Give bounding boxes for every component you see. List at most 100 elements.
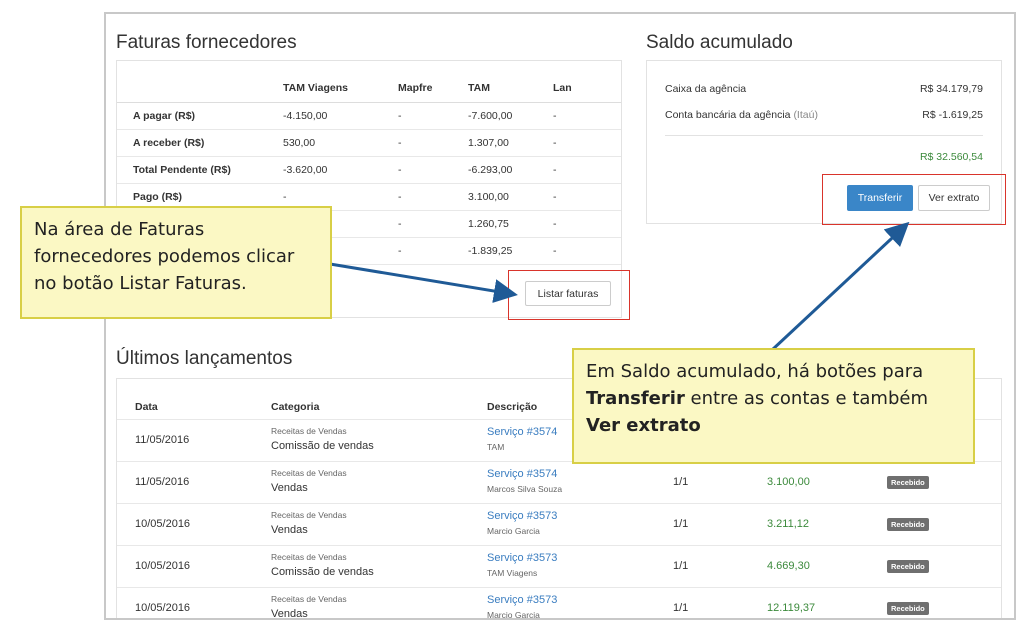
- row-category: Vendas: [271, 482, 308, 494]
- row-category-group: Receitas de Vendas: [271, 594, 347, 604]
- row-date: 10/05/2016: [135, 602, 191, 614]
- saldo-row-value: R$ -1.619,25: [922, 109, 983, 121]
- faturas-col-header: Lan: [553, 75, 621, 103]
- faturas-cell: -1.839,25: [468, 237, 553, 265]
- row-description-sub: TAM: [487, 442, 505, 452]
- faturas-cell: 1.307,00: [468, 129, 553, 157]
- status-badge: Recebido: [887, 560, 929, 573]
- faturas-row-label: Total Pendente (R$): [117, 156, 283, 184]
- faturas-header-row: TAM Viagens Mapfre TAM Lan: [117, 75, 621, 103]
- faturas-cell: -: [553, 156, 621, 184]
- callout-faturas-line: Na área de Faturas: [34, 219, 205, 240]
- saldo-buttons-highlight: [822, 174, 1006, 225]
- row-category: Vendas: [271, 608, 308, 620]
- row-parcela: 1/1: [673, 560, 689, 572]
- row-parcela: 1/1: [673, 518, 689, 530]
- saldo-title: Saldo acumulado: [646, 32, 793, 53]
- row-description-link[interactable]: Serviço #3573: [487, 510, 557, 522]
- row-category: Comissão de vendas: [271, 566, 374, 578]
- row-category-group: Receitas de Vendas: [271, 468, 347, 478]
- row-date: 11/05/2016: [135, 434, 190, 446]
- lancamentos-col-header: Data: [135, 401, 158, 413]
- row-parcela: 1/1: [673, 602, 689, 614]
- faturas-cell: -: [553, 237, 621, 265]
- saldo-row-value: R$ 34.179,79: [919, 83, 983, 95]
- row-description-sub: Marcio Garcia: [487, 610, 540, 620]
- row-date: 10/05/2016: [135, 560, 191, 572]
- row-description-sub: Marcio Garcia: [487, 526, 540, 536]
- faturas-cell: 3.100,00: [468, 183, 553, 211]
- saldo-row-label: Caixa da agência: [665, 83, 747, 95]
- row-description-link[interactable]: Serviço #3574: [487, 468, 557, 480]
- faturas-cell: -7.600,00: [468, 102, 553, 130]
- row-category: Vendas: [271, 524, 308, 536]
- row-category-group: Receitas de Vendas: [271, 510, 347, 520]
- faturas-cell: -3.620,00: [283, 156, 398, 184]
- table-row: 10/05/2016 Receitas de Vendas Vendas Serviç…: [117, 587, 1001, 620]
- row-description-sub: TAM Viagens: [487, 568, 538, 578]
- faturas-cell: -: [553, 210, 621, 238]
- faturas-cell: -6.293,00: [468, 156, 553, 184]
- lancamentos-col-header: Descrição: [487, 401, 538, 413]
- faturas-cell: -: [553, 102, 621, 130]
- table-row: 11/05/2016 Receitas de Vendas Vendas Serviç…: [117, 461, 1001, 503]
- lancamentos-title: Últimos lançamentos: [116, 348, 293, 369]
- saldo-total: R$ 32.560,54: [919, 151, 983, 163]
- faturas-row: Total Pendente (R$) -3.620,00- -6.293,00-: [117, 156, 621, 184]
- faturas-cell: -: [553, 129, 621, 157]
- faturas-col-header: TAM Viagens: [283, 75, 398, 103]
- row-parcela: 1/1: [673, 476, 689, 488]
- row-valor: 12.119,37: [767, 602, 816, 614]
- faturas-col-header: TAM: [468, 75, 553, 103]
- faturas-cell: -: [398, 156, 468, 184]
- row-valor: 3.100,00: [767, 476, 810, 488]
- callout-faturas-line: no botão Listar Faturas.: [34, 273, 247, 294]
- row-category-group: Receitas de Vendas: [271, 552, 347, 562]
- faturas-cell: -: [398, 183, 468, 211]
- saldo-row-label-extra: (Itaú): [793, 109, 818, 121]
- callout-faturas-line: fornecedores podemos clicar: [34, 246, 295, 267]
- table-row: 10/05/2016 Receitas de Vendas Comissão de …: [117, 545, 1001, 587]
- row-description-sub: Marcos Silva Souza: [487, 484, 563, 494]
- saldo-divider: [665, 135, 983, 136]
- row-category: Comissão de vendas: [271, 440, 374, 452]
- callout-saldo-text: entre as contas e também: [684, 388, 928, 409]
- listar-faturas-highlight: [508, 270, 630, 320]
- faturas-row-label: A pagar (R$): [117, 102, 283, 130]
- faturas-cell: -4.150,00: [283, 102, 398, 130]
- callout-saldo-bold: Transferir: [586, 388, 685, 409]
- callout-saldo-bold: Ver extrato: [586, 415, 701, 436]
- row-valor: 4.669,30: [767, 560, 810, 572]
- faturas-cell: -: [398, 237, 468, 265]
- row-description-link[interactable]: Serviço #3573: [487, 594, 557, 606]
- status-badge: Recebido: [887, 476, 929, 489]
- callout-saldo: Em Saldo acumulado, há botões para Trans…: [572, 348, 975, 464]
- row-description-link[interactable]: Serviço #3573: [487, 552, 557, 564]
- faturas-cell: -: [398, 210, 468, 238]
- table-row: 10/05/2016 Receitas de Vendas Vendas Serviç…: [117, 503, 1001, 545]
- row-description-link[interactable]: Serviço #3574: [487, 426, 557, 438]
- row-date: 10/05/2016: [135, 518, 191, 530]
- saldo-row-label-text: Conta bancária da agência: [665, 109, 791, 121]
- faturas-cell: -: [398, 102, 468, 130]
- faturas-cell: -: [553, 183, 621, 211]
- saldo-row-label: Conta bancária da agência (Itaú): [665, 109, 818, 121]
- callout-saldo-line: Ver extrato: [586, 412, 961, 439]
- lancamentos-col-header: Categoria: [271, 401, 320, 413]
- faturas-cell: 1.260,75: [468, 210, 553, 238]
- faturas-row: A receber (R$) 530,00-1.307,00-: [117, 129, 621, 157]
- faturas-row: A pagar (R$) -4.150,00- -7.600,00-: [117, 102, 621, 130]
- callout-faturas: Na área de Faturas fornecedores podemos …: [20, 206, 332, 319]
- row-date: 11/05/2016: [135, 476, 190, 488]
- row-category-group: Receitas de Vendas: [271, 426, 347, 436]
- status-badge: Recebido: [887, 602, 929, 615]
- status-badge: Recebido: [887, 518, 929, 531]
- faturas-row-label: A receber (R$): [117, 129, 283, 157]
- row-valor: 3.211,12: [767, 518, 810, 530]
- faturas-title: Faturas fornecedores: [116, 32, 297, 53]
- callout-saldo-line: Transferir entre as contas e também: [586, 385, 961, 412]
- faturas-cell: 530,00: [283, 129, 398, 157]
- callout-saldo-line: Em Saldo acumulado, há botões para: [586, 361, 924, 382]
- faturas-col-header: Mapfre: [398, 75, 468, 103]
- faturas-cell: -: [398, 129, 468, 157]
